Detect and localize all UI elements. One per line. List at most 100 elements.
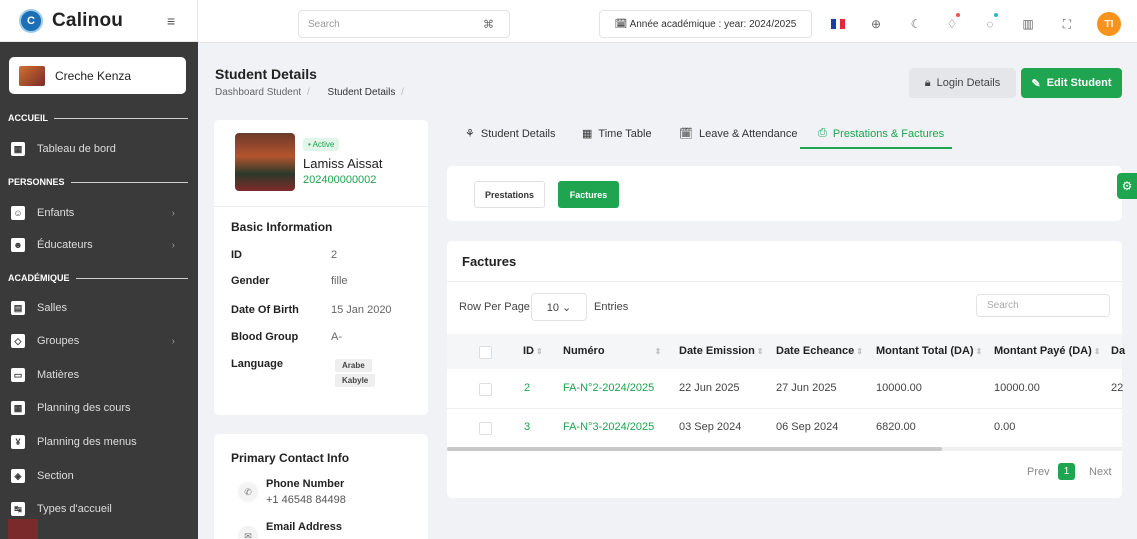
email-label: Email Address: [266, 521, 343, 533]
factures-button[interactable]: Factures: [558, 181, 619, 208]
tab-student-details[interactable]: ⚘ Student Details: [465, 127, 555, 141]
tab-prestations-factures[interactable]: ⎙ Prestations & Factures: [818, 127, 944, 140]
language-tag: Arabe: [335, 359, 372, 372]
divider: [447, 408, 1122, 409]
factures-title: Factures: [462, 254, 517, 269]
moon-icon[interactable]: ☾: [904, 12, 928, 36]
breadcrumb-student[interactable]: Student: [267, 87, 301, 98]
sidebar-item-planning-cours[interactable]: ▦ Planning des cours: [11, 398, 187, 418]
contact-title: Primary Contact Info: [231, 451, 350, 465]
login-details-button[interactable]: 🔒︎ Login Details: [909, 68, 1016, 98]
bell-icon[interactable]: ♢: [940, 12, 964, 36]
row-checkbox[interactable]: [479, 422, 492, 435]
invoice-icon: ⎙: [818, 127, 827, 139]
cell-date-echeance: 06 Sep 2024: [776, 421, 839, 433]
search-input[interactable]: Search ⌘: [298, 10, 510, 38]
basic-info-title: Basic Information: [231, 220, 333, 234]
flag-icon[interactable]: [826, 12, 850, 36]
sidebar-footer-badge: [8, 519, 38, 539]
label-blood-group: Blood Group: [231, 331, 299, 343]
section-accueil: ACCUEIL: [8, 112, 188, 124]
page-title: Student Details: [215, 66, 317, 82]
value-dob: 15 Jan 2020: [331, 304, 392, 316]
chart-icon[interactable]: ▥: [1016, 12, 1040, 36]
sidebar-item-matieres[interactable]: ▭ Matières: [11, 365, 187, 385]
sidebar-item-enfants[interactable]: ☺ Enfants ›: [11, 203, 187, 223]
tab-leave-attendance[interactable]: 🗓 Leave & Attendance: [679, 127, 797, 141]
prestations-button[interactable]: Prestations: [474, 181, 545, 208]
sidebar-item-planning-menus[interactable]: ¥ Planning des menus: [11, 432, 187, 452]
breadcrumb-dashboard[interactable]: Dashboard: [215, 87, 264, 98]
hamburger-icon[interactable]: ≡: [167, 13, 175, 29]
col-date-echeance[interactable]: Date Echeance ⇕: [776, 345, 863, 357]
col-extra[interactable]: Da: [1111, 345, 1125, 357]
label-id: ID: [231, 249, 242, 261]
edit-icon: ✎: [1031, 77, 1041, 90]
sidebar-item-groupes[interactable]: ◇ Groupes ›: [11, 331, 187, 351]
rows-per-page-label: Row Per Page: [459, 301, 530, 313]
app-logo[interactable]: C Calinou ≡: [0, 0, 198, 42]
pagination-prev[interactable]: Prev: [1027, 466, 1050, 478]
col-numero[interactable]: Numéro ⇕: [563, 345, 661, 357]
edit-student-button[interactable]: ✎ Edit Student: [1021, 68, 1122, 98]
reception-types-icon: ↹: [11, 502, 25, 516]
chat-icon[interactable]: ◌: [978, 12, 1002, 36]
school-logo: [19, 65, 45, 86]
cell-date-echeance: 27 Jun 2025: [776, 382, 837, 394]
col-id[interactable]: ID ⇕: [523, 345, 543, 357]
entries-label: Entries: [594, 301, 629, 313]
avatar[interactable]: TI: [1097, 12, 1121, 36]
value-id: 2: [331, 249, 338, 261]
lock-icon: 🔒︎: [924, 76, 931, 89]
sidebar-item-educateurs[interactable]: ☻ Éducateurs ›: [11, 235, 187, 255]
sidebar-item-section[interactable]: ◈ Section: [11, 466, 187, 486]
app-name: Calinou: [52, 9, 124, 31]
factures-card: [447, 241, 1122, 498]
pagination-next[interactable]: Next: [1089, 466, 1112, 478]
cell-id: 2: [524, 382, 531, 394]
sidebar-item-dashboard[interactable]: ▦ Tableau de bord: [11, 139, 187, 159]
student-photo: [235, 133, 295, 191]
label-language: Language: [231, 358, 283, 370]
scrollbar-thumb[interactable]: [447, 447, 942, 451]
cell-montant-total: 6820.00: [876, 421, 916, 433]
plus-circle-icon[interactable]: ⊕: [864, 12, 888, 36]
school-selector[interactable]: Creche Kenza: [9, 57, 186, 94]
rows-per-page-select[interactable]: 10 ⌄: [531, 293, 587, 321]
divider: [447, 281, 1122, 282]
select-all-checkbox[interactable]: [479, 346, 492, 359]
breadcrumb: Dashboard Student / Student Details /: [215, 87, 404, 98]
label-dob: Date Of Birth: [231, 304, 299, 316]
chat-dot: [994, 13, 998, 17]
fullscreen-icon[interactable]: ⛶: [1055, 12, 1079, 36]
notification-dot: [956, 13, 960, 17]
chevron-right-icon: ›: [171, 207, 175, 219]
pagination-page-1[interactable]: 1: [1058, 463, 1075, 480]
cell-extra: 22: [1111, 382, 1124, 394]
col-date-emission[interactable]: Date Emission ⇕: [679, 345, 764, 357]
sidebar-item-salles[interactable]: ▤ Salles: [11, 298, 187, 318]
col-montant-paye[interactable]: Montant Payé (DA) ⇕: [994, 345, 1100, 357]
calendar-icon: 🗓: [679, 128, 693, 140]
section-academique: ACADÉMIQUE: [8, 272, 188, 284]
sidebar: C Calinou ≡ Creche Kenza ACCUEIL ▦ Tablea…: [0, 0, 198, 539]
col-montant-total[interactable]: Montant Total (DA) ⇕: [876, 345, 982, 357]
table-search-input[interactable]: Search: [976, 294, 1110, 317]
cell-numero-link[interactable]: FA-N°2-2024/2025: [563, 382, 654, 394]
section-icon: ◈: [11, 469, 25, 483]
student-icon: ⚘: [465, 128, 475, 140]
gear-icon[interactable]: ⚙: [1117, 173, 1137, 199]
cell-numero-link[interactable]: FA-N°3-2024/2025: [563, 421, 654, 433]
cell-montant-paye: 0.00: [994, 421, 1016, 433]
sidebar-item-types-accueil[interactable]: ↹ Types d'accueil: [11, 499, 187, 519]
classroom-icon: ▤: [11, 301, 25, 315]
language-tag: Kabyle: [335, 374, 376, 387]
academic-year-selector[interactable]: 🗓 Année académique : year: 2024/2025: [599, 10, 812, 38]
row-checkbox[interactable]: [479, 383, 492, 396]
tab-time-table[interactable]: ▦ Time Table: [582, 127, 652, 141]
divider: [214, 206, 428, 207]
table-icon: ▦: [582, 128, 593, 140]
dashboard-icon: ▦: [11, 142, 25, 156]
cell-date-emission: 22 Jun 2025: [679, 382, 740, 394]
breadcrumb-current: Student Details: [327, 87, 396, 98]
